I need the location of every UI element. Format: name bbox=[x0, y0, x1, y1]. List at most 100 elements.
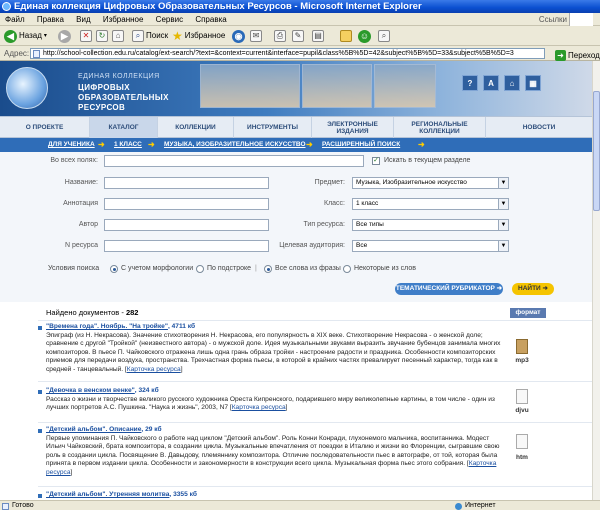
result-title-link[interactable]: "Детский альбом". Описание bbox=[46, 426, 141, 433]
brand-main: ЦИФРОВЫХ ОБРАЗОВАТЕЛЬНЫХ РЕСУРСОВ bbox=[78, 83, 169, 112]
edit-icon: ✎ bbox=[292, 30, 304, 42]
back-button[interactable]: ◀ Назад ▾ bbox=[4, 29, 47, 43]
print-button[interactable]: ⎙ bbox=[274, 29, 286, 43]
breadcrumb-pupil[interactable]: ДЛЯ УЧЕНИКА bbox=[48, 138, 95, 152]
header-photo bbox=[302, 64, 372, 108]
menu-file[interactable]: Файл bbox=[5, 15, 25, 24]
found-count: Найдено документов - 282 bbox=[46, 308, 139, 317]
nav-news[interactable]: НОВОСТИ bbox=[486, 117, 592, 138]
chevron-down-icon: ▼ bbox=[498, 178, 508, 188]
audience-select[interactable]: Все ▼ bbox=[352, 240, 509, 252]
forward-button[interactable]: ▶ bbox=[58, 29, 71, 43]
breadcrumb-subject[interactable]: МУЗЫКА, ИЗОБРАЗИТЕЛЬНОЕ ИСКУССТВО bbox=[164, 138, 306, 152]
font-size-button[interactable]: A bbox=[483, 75, 499, 91]
search-form: Во всех полях: ✓ Искать в текущем раздел… bbox=[0, 152, 592, 302]
stop-button[interactable]: ✕ bbox=[80, 29, 92, 43]
arrow-right-icon: ➜ bbox=[418, 140, 425, 149]
nav-collections[interactable]: КОЛЛЕКЦИИ bbox=[158, 117, 234, 138]
menu-edit[interactable]: Правка bbox=[37, 15, 64, 24]
home-button[interactable]: ⌂ bbox=[112, 29, 124, 43]
messenger-button[interactable]: ☺ bbox=[358, 29, 371, 43]
document-file-icon[interactable] bbox=[516, 434, 528, 449]
help-button[interactable]: ? bbox=[462, 75, 478, 91]
list-item: "Времена года". Ноябрь. "На тройке", 471… bbox=[46, 323, 501, 373]
menu-favorites[interactable]: Избранное bbox=[103, 15, 144, 24]
resource-card-link[interactable]: Карточка ресурса bbox=[232, 404, 286, 411]
arrow-right-icon: ➜ bbox=[148, 140, 155, 149]
status-bar: Готово Интернет bbox=[0, 500, 600, 510]
discuss-icon: ▤ bbox=[312, 30, 324, 42]
nav-regional[interactable]: РЕГИОНАЛЬНЫЕ КОЛЛЕКЦИИ bbox=[394, 117, 486, 138]
bullet-icon bbox=[38, 429, 42, 433]
audio-file-icon[interactable] bbox=[516, 339, 528, 354]
chevron-down-icon: ▼ bbox=[498, 241, 508, 251]
search-in-section-checkbox[interactable]: ✓ bbox=[372, 157, 380, 165]
nav-e-publications[interactable]: ЭЛЕКТРОННЫЕ ИЗДАНИЯ bbox=[312, 117, 394, 138]
window-title: Единая коллекция Цифровых Образовательны… bbox=[14, 1, 422, 12]
discuss-button[interactable]: ▤ bbox=[312, 29, 324, 43]
refresh-button[interactable]: ↻ bbox=[96, 29, 108, 43]
resource-card-link[interactable]: Карточка ресурса bbox=[127, 366, 181, 373]
radio-some-words[interactable] bbox=[343, 265, 351, 273]
edit-button[interactable]: ✎ bbox=[292, 29, 304, 43]
result-title-link[interactable]: "Детский альбом". Утренняя молитва bbox=[46, 491, 169, 498]
rubricator-button[interactable]: ТЕМАТИЧЕСКИЙ РУБРИКАТОР ➜ bbox=[395, 283, 503, 295]
document-file-icon[interactable] bbox=[516, 389, 528, 404]
author-input[interactable] bbox=[104, 219, 269, 231]
format-label: htm bbox=[516, 454, 528, 461]
result-title-link[interactable]: "Времена года". Ноябрь. "На тройке" bbox=[46, 323, 168, 330]
menu-tools[interactable]: Сервис bbox=[156, 15, 183, 24]
site-logo[interactable] bbox=[6, 67, 48, 109]
list-item: "Детский альбом". Описание, 29 кб Первые… bbox=[46, 426, 500, 476]
search-button[interactable]: ⌕ Поиск bbox=[132, 29, 168, 43]
menu-help[interactable]: Справка bbox=[195, 15, 226, 24]
nav-catalog[interactable]: КАТАЛОГ bbox=[90, 117, 158, 138]
result-description: Эпиграф (из Н. Некрасова). Значение стих… bbox=[46, 331, 501, 373]
main-nav: О ПРОЕКТЕ КАТАЛОГ КОЛЛЕКЦИИ ИНСТРУМЕНТЫ … bbox=[0, 116, 592, 138]
resource-number-input[interactable] bbox=[104, 240, 269, 252]
vertical-scrollbar[interactable] bbox=[592, 61, 600, 500]
subject-label: Предмет: bbox=[314, 179, 345, 186]
home-link-button[interactable]: ⌂ bbox=[504, 75, 520, 91]
list-item: "Детский альбом". Утренняя молитва, 3355… bbox=[46, 491, 197, 498]
scrollbar-thumb[interactable] bbox=[593, 91, 600, 211]
class-select[interactable]: 1 класс ▼ bbox=[352, 198, 509, 210]
resource-type-select[interactable]: Все типы ▼ bbox=[352, 219, 509, 231]
nav-about[interactable]: О ПРОЕКТЕ bbox=[0, 117, 90, 138]
nav-tools[interactable]: ИНСТРУМЕНТЫ bbox=[234, 117, 312, 138]
annotation-label: Аннотация bbox=[63, 200, 98, 207]
author-label: Автор bbox=[78, 221, 98, 228]
all-fields-input[interactable] bbox=[104, 155, 364, 167]
address-input[interactable]: http://school-collection.edu.ru/catalog/… bbox=[30, 48, 545, 59]
title-input[interactable] bbox=[104, 177, 269, 189]
radio-morphology[interactable] bbox=[110, 265, 118, 273]
format-header: формат bbox=[510, 308, 546, 318]
subject-select[interactable]: Музыка, Изобразительное искусство ▼ bbox=[352, 177, 509, 189]
divider bbox=[38, 381, 592, 382]
find-button[interactable]: НАЙТИ ➜ bbox=[512, 283, 554, 295]
result-title-link[interactable]: "Девочка в венском венке" bbox=[46, 387, 135, 394]
all-fields-label: Во всех полях: bbox=[50, 157, 98, 164]
mail-button[interactable]: ✉ bbox=[250, 29, 262, 43]
menu-view[interactable]: Вид bbox=[76, 15, 90, 24]
breadcrumb-class[interactable]: 1 КЛАСС bbox=[114, 138, 142, 152]
research-button[interactable]: ⌕ bbox=[378, 29, 390, 43]
sitemap-button[interactable]: ▦ bbox=[525, 75, 541, 91]
address-bar: Адрес: http://school-collection.edu.ru/c… bbox=[0, 46, 600, 61]
breadcrumb-advanced-search[interactable]: РАСШИРЕННЫЙ ПОИСК bbox=[322, 138, 400, 152]
page-icon bbox=[2, 503, 9, 510]
annotation-input[interactable] bbox=[104, 198, 269, 210]
favorites-button[interactable]: ★ Избранное bbox=[172, 29, 225, 43]
radio-all-words[interactable] bbox=[264, 265, 272, 273]
links-label[interactable]: Ссылки bbox=[539, 13, 567, 26]
class-label: Класс: bbox=[324, 200, 345, 207]
window-title-bar: Единая коллекция Цифровых Образовательны… bbox=[0, 0, 600, 13]
mail-icon: ✉ bbox=[250, 30, 262, 42]
radio-substring[interactable] bbox=[196, 265, 204, 273]
brand-top: ЕДИНАЯ КОЛЛЕКЦИЯ bbox=[78, 73, 160, 80]
address-label: Адрес: bbox=[4, 49, 30, 58]
folder-button[interactable] bbox=[340, 29, 352, 43]
forward-arrow-icon: ▶ bbox=[58, 29, 71, 43]
media-button[interactable]: ◉ bbox=[232, 29, 245, 43]
media-icon: ◉ bbox=[232, 29, 245, 43]
